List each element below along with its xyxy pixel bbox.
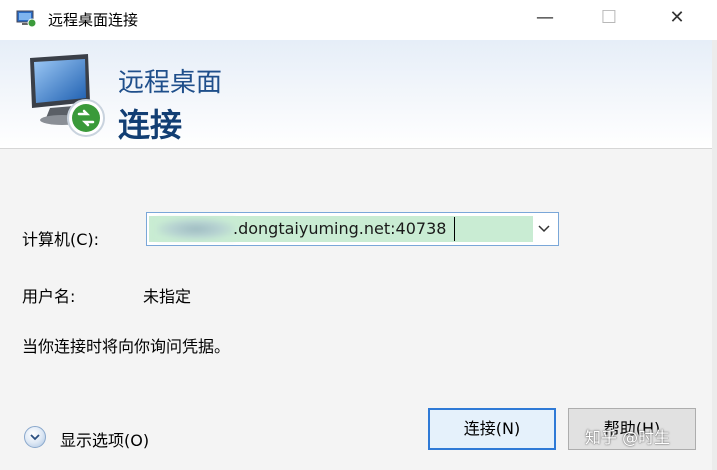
minimize-button[interactable]: — xyxy=(522,0,568,36)
window-edge xyxy=(712,40,717,470)
expand-circle-icon[interactable] xyxy=(24,426,46,448)
connect-button[interactable]: 连接(N) xyxy=(428,408,556,450)
computer-combobox[interactable]: .dongtaiyuming.net:40738 xyxy=(146,212,559,246)
banner-title: 远程桌面 xyxy=(118,68,223,98)
credentials-hint: 当你连接时将向你询问凭据。 xyxy=(22,337,231,356)
computer-input-value[interactable]: .dongtaiyuming.net:40738 xyxy=(233,219,446,238)
banner-subtitle: 连接 xyxy=(118,106,183,144)
maximize-button[interactable]: ☐ xyxy=(586,0,632,36)
title-bar: 远程桌面连接 — ☐ ✕ xyxy=(0,0,717,40)
watermark: 知乎 @时生 xyxy=(585,428,671,447)
computer-label: 计算机(C): xyxy=(22,230,100,249)
window-title: 远程桌面连接 xyxy=(48,11,139,29)
header-banner: 远程桌面 连接 xyxy=(0,40,717,149)
close-button[interactable]: ✕ xyxy=(654,0,700,36)
remote-desktop-icon xyxy=(16,10,38,28)
chevron-down-icon[interactable] xyxy=(530,213,558,245)
text-caret xyxy=(454,217,455,241)
username-label: 用户名: xyxy=(22,287,76,306)
redacted-hostname xyxy=(157,218,235,240)
monitor-remote-icon xyxy=(22,52,112,144)
username-value: 未指定 xyxy=(143,287,192,306)
show-options-label[interactable]: 显示选项(O) xyxy=(60,427,149,451)
